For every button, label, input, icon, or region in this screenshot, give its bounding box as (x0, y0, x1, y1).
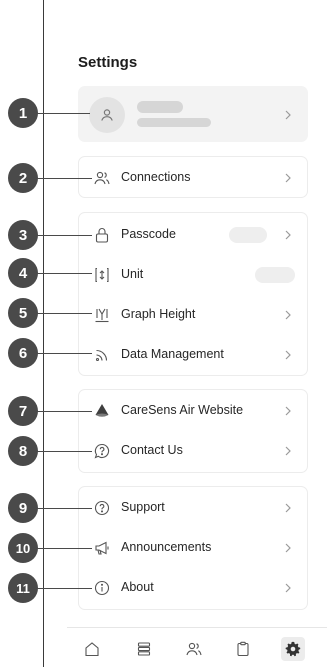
people-icon (93, 169, 111, 187)
callout-6: 6 (8, 338, 38, 368)
chevron-right-icon (283, 170, 293, 186)
connections-item[interactable]: Connections (79, 158, 307, 198)
callout-9: 9 (8, 493, 38, 523)
callout-10: 10 (8, 533, 38, 563)
contact-us-item[interactable]: Contact Us (79, 431, 307, 471)
connections-label: Connections (121, 170, 191, 184)
bottom-tab-bar (67, 627, 327, 667)
profile-card[interactable] (78, 86, 308, 142)
announcements-label: Announcements (121, 540, 212, 554)
callout-leader-9 (36, 508, 92, 509)
clipboard-icon (234, 640, 252, 658)
list-icon (135, 640, 153, 658)
unit-item[interactable]: Unit (79, 255, 307, 295)
contact-group: CareSens Air Website Contact Us (78, 389, 308, 473)
tab-home[interactable] (80, 637, 104, 661)
page-title: Settings (78, 54, 138, 71)
preferences-group: Passcode Unit Graph Height Data Manageme… (78, 212, 308, 376)
data-management-icon (93, 346, 111, 364)
people-icon (185, 640, 203, 658)
tab-settings[interactable] (281, 637, 305, 661)
info-group: Support Announcements About (78, 486, 308, 610)
caresens-website-item[interactable]: CareSens Air Website (79, 391, 307, 431)
callout-leader-10 (36, 548, 92, 549)
chevron-right-icon (283, 500, 293, 516)
lock-icon (93, 226, 111, 244)
data-management-label: Data Management (121, 347, 224, 361)
callout-1: 1 (8, 98, 38, 128)
phone-frame-edge (43, 0, 44, 667)
support-item[interactable]: Support (79, 488, 307, 528)
callout-leader-3 (36, 235, 92, 236)
data-management-item[interactable]: Data Management (79, 335, 307, 375)
callout-leader-5 (36, 313, 92, 314)
callout-leader-6 (36, 353, 92, 354)
passcode-item[interactable]: Passcode (79, 215, 307, 255)
megaphone-icon (93, 539, 111, 557)
callout-leader-4 (36, 273, 92, 274)
unit-value-placeholder (255, 267, 295, 283)
callout-leader-8 (36, 451, 92, 452)
unit-label: Unit (121, 267, 144, 281)
about-label: About (121, 580, 154, 594)
support-label: Support (121, 500, 165, 514)
home-icon (83, 640, 101, 658)
unit-icon (93, 266, 111, 284)
chat-question-icon (93, 442, 111, 460)
tab-clipboard[interactable] (231, 637, 255, 661)
graph-height-label: Graph Height (121, 307, 196, 321)
chevron-right-icon (283, 443, 293, 459)
gear-icon (285, 641, 301, 657)
tab-list[interactable] (132, 637, 156, 661)
chevron-right-icon (283, 403, 293, 419)
graph-height-item[interactable]: Graph Height (79, 295, 307, 335)
caresens-website-label: CareSens Air Website (121, 403, 244, 417)
callout-2: 2 (8, 163, 38, 193)
chevron-right-icon (283, 227, 293, 243)
callout-8: 8 (8, 436, 38, 466)
callout-4: 4 (8, 258, 38, 288)
callout-leader-11 (36, 588, 92, 589)
connections-group: Connections (78, 156, 308, 198)
tab-connections[interactable] (182, 637, 206, 661)
announcements-item[interactable]: Announcements (79, 528, 307, 568)
about-item[interactable]: About (79, 568, 307, 608)
help-circle-icon (93, 499, 111, 517)
callout-7: 7 (8, 396, 38, 426)
contact-us-label: Contact Us (121, 443, 183, 457)
caresens-logo-icon (93, 402, 111, 420)
callout-leader-7 (36, 411, 92, 412)
chevron-right-icon (283, 307, 293, 323)
chevron-right-icon (283, 347, 293, 363)
callout-leader-1 (36, 113, 90, 114)
chevron-right-icon (283, 107, 293, 123)
passcode-status-placeholder (229, 227, 267, 243)
info-icon (93, 579, 111, 597)
callout-3: 3 (8, 220, 38, 250)
graph-height-icon (93, 306, 111, 324)
chevron-right-icon (283, 580, 293, 596)
passcode-label: Passcode (121, 227, 176, 241)
callout-leader-2 (36, 178, 92, 179)
callout-11: 11 (8, 573, 38, 603)
chevron-right-icon (283, 540, 293, 556)
callout-5: 5 (8, 298, 38, 328)
